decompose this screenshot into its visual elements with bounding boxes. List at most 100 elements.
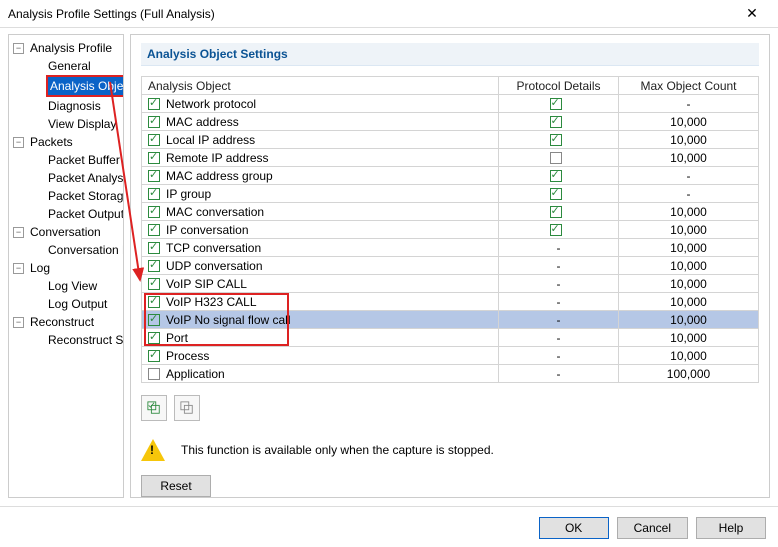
detail-checkbox[interactable] [550,206,562,218]
row-checkbox[interactable] [148,260,160,272]
table-row[interactable]: Port-10,000 [142,329,759,347]
table-row[interactable]: Application-100,000 [142,365,759,383]
row-max-count[interactable]: - [619,167,759,185]
detail-checkbox[interactable] [550,116,562,128]
detail-checkbox[interactable] [550,134,562,146]
row-protocol-details[interactable]: - [499,347,619,365]
table-row[interactable]: MAC address group- [142,167,759,185]
row-protocol-details[interactable] [499,221,619,239]
row-max-count[interactable]: 10,000 [619,131,759,149]
row-checkbox[interactable] [148,98,160,110]
tree-packet-storage[interactable]: Packet Storage [31,187,123,205]
table-row[interactable]: IP conversation10,000 [142,221,759,239]
row-max-count[interactable]: 10,000 [619,311,759,329]
row-protocol-details[interactable]: - [499,329,619,347]
row-protocol-details[interactable]: - [499,257,619,275]
row-max-count[interactable]: 10,000 [619,347,759,365]
detail-checkbox[interactable] [550,152,562,164]
row-protocol-details[interactable] [499,113,619,131]
row-max-count[interactable]: 10,000 [619,329,759,347]
close-icon[interactable]: ✕ [732,5,772,22]
row-protocol-details[interactable] [499,203,619,221]
table-row[interactable]: TCP conversation-10,000 [142,239,759,257]
row-checkbox[interactable] [148,296,160,308]
collapse-icon[interactable]: − [13,263,24,274]
row-max-count[interactable]: - [619,185,759,203]
row-max-count[interactable]: 10,000 [619,221,759,239]
select-all-button[interactable] [141,395,167,421]
collapse-icon[interactable]: − [13,43,24,54]
reset-button[interactable]: Reset [141,475,211,497]
row-protocol-details[interactable] [499,149,619,167]
tree-general[interactable]: General [31,57,123,75]
collapse-icon[interactable]: − [13,137,24,148]
table-row[interactable]: Process-10,000 [142,347,759,365]
table-row[interactable]: UDP conversation-10,000 [142,257,759,275]
row-max-count[interactable]: - [619,95,759,113]
row-protocol-details[interactable]: - [499,365,619,383]
row-checkbox[interactable] [148,242,160,254]
row-checkbox[interactable] [148,152,160,164]
table-row[interactable]: VoIP SIP CALL-10,000 [142,275,759,293]
row-protocol-details[interactable]: - [499,275,619,293]
collapse-icon[interactable]: − [13,227,24,238]
row-checkbox[interactable] [148,206,160,218]
row-checkbox[interactable] [148,134,160,146]
row-max-count[interactable]: 10,000 [619,203,759,221]
row-max-count[interactable]: 10,000 [619,149,759,167]
help-button[interactable]: Help [696,517,766,539]
tree-reconstruct-settings[interactable]: Reconstruct Settings [31,331,123,349]
tree-log-view[interactable]: Log View [31,277,123,295]
col-protocol-details[interactable]: Protocol Details [499,77,619,95]
table-row[interactable]: VoIP H323 CALL-10,000 [142,293,759,311]
collapse-icon[interactable]: − [13,317,24,328]
row-protocol-details[interactable] [499,185,619,203]
table-row[interactable]: IP group- [142,185,759,203]
row-checkbox[interactable] [148,368,160,380]
tree-analysis-profile[interactable]: −Analysis Profile General Analysis Objec… [13,39,123,133]
table-row[interactable]: Remote IP address10,000 [142,149,759,167]
row-protocol-details[interactable] [499,131,619,149]
row-checkbox[interactable] [148,314,160,326]
tree-conversation[interactable]: −Conversation Conversation Filter [13,223,123,259]
tree-packet-buffer[interactable]: Packet Buffer [31,151,123,169]
tree-log[interactable]: −Log Log View Log Output [13,259,123,313]
tree-reconstruct[interactable]: −Reconstruct Reconstruct Settings [13,313,123,349]
table-row[interactable]: MAC conversation10,000 [142,203,759,221]
col-max-count[interactable]: Max Object Count [619,77,759,95]
tree-packet-output[interactable]: Packet Output [31,205,123,223]
row-checkbox[interactable] [148,332,160,344]
table-row[interactable]: Network protocol- [142,95,759,113]
detail-checkbox[interactable] [550,188,562,200]
tree-log-output[interactable]: Log Output [31,295,123,313]
row-max-count[interactable]: 10,000 [619,239,759,257]
row-checkbox[interactable] [148,224,160,236]
table-row[interactable]: VoIP No signal flow call-10,000 [142,311,759,329]
row-protocol-details[interactable] [499,95,619,113]
row-checkbox[interactable] [148,278,160,290]
tree-analysis-object[interactable]: Analysis Object [31,75,123,97]
row-checkbox[interactable] [148,116,160,128]
row-checkbox[interactable] [148,188,160,200]
cancel-button[interactable]: Cancel [617,517,688,539]
row-protocol-details[interactable]: - [499,293,619,311]
deselect-all-button[interactable] [174,395,200,421]
row-protocol-details[interactable] [499,167,619,185]
detail-checkbox[interactable] [550,98,562,110]
tree-diagnosis[interactable]: Diagnosis [31,97,123,115]
row-max-count[interactable]: 10,000 [619,275,759,293]
detail-checkbox[interactable] [550,224,562,236]
row-max-count[interactable]: 100,000 [619,365,759,383]
col-object[interactable]: Analysis Object [142,77,499,95]
row-max-count[interactable]: 10,000 [619,113,759,131]
row-protocol-details[interactable]: - [499,311,619,329]
tree-conversation-filter[interactable]: Conversation Filter [31,241,123,259]
row-checkbox[interactable] [148,350,160,362]
detail-checkbox[interactable] [550,170,562,182]
tree-view-display[interactable]: View Display [31,115,123,133]
ok-button[interactable]: OK [539,517,609,539]
row-checkbox[interactable] [148,170,160,182]
tree-packet-analysis[interactable]: Packet Analysis [31,169,123,187]
row-max-count[interactable]: 10,000 [619,293,759,311]
table-row[interactable]: Local IP address10,000 [142,131,759,149]
